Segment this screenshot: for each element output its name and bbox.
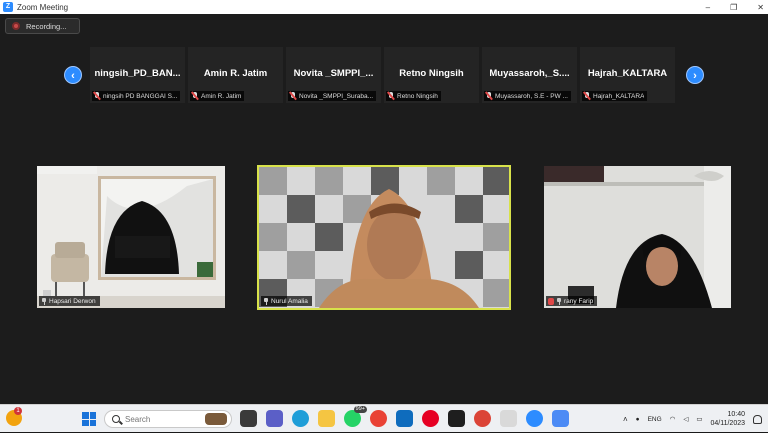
wifi-icon[interactable]: ◠ [670,415,676,423]
taskbar-apps: 99+ [240,406,569,427]
participant-label: Retno Ningsih [386,91,441,101]
previous-page-button[interactable]: ‹ [64,66,82,84]
pin-icon [556,297,562,305]
participant-tile[interactable]: Retno Ningsih Retno Ningsih [384,47,479,103]
search-icon [112,415,120,423]
teams-chat-icon[interactable] [266,410,283,427]
participant-label-text: Hajrah_KALTARA [593,92,645,100]
participant-label-text: Novita _SMPPI_Suraba... [299,92,374,100]
whatsapp-icon[interactable]: 99+ [344,406,367,427]
participant-label: Hajrah_KALTARA [582,91,648,101]
participant-label-text: Muyassaroh, S.E - PW ... [495,92,568,100]
mic-muted-icon [191,92,199,100]
recording-label: Recording... [26,21,67,31]
meeting-stage: Recording... ‹ ningsih_PD_BAN... ningsih… [0,14,768,404]
participant-tile[interactable]: Hajrah_KALTARA Hajrah_KALTARA [580,47,675,103]
participant-label: rany Farip [546,296,598,306]
pin-icon [263,297,269,305]
participant-label-text: ningsih PD BANGGAI S... [103,92,178,100]
next-page-button[interactable]: › [686,66,704,84]
recording-indicator[interactable]: Recording... [5,18,80,34]
participant-label: Nurul Amalia [261,296,312,306]
window-controls: – ❐ ✕ [706,0,764,14]
search-highlight-icon [205,413,227,425]
zoom-logo-icon: Z [3,2,13,12]
minimize-button[interactable]: – [706,3,710,12]
participant-tile[interactable]: Amin R. Jatim Amin R. Jatim [188,47,283,103]
participant-name: ningsih_PD_BAN... [94,68,181,79]
clock-time: 10:40 [727,411,745,418]
participant-name: Amin R. Jatim [203,68,268,79]
system-tray: ˄ ● ENG ◠ ◁ ▭ 10:40 04/11/2023 [623,405,762,433]
language-indicator[interactable]: ENG [648,416,662,423]
participant-label: Amin R. Jatim [190,91,245,101]
video-tile[interactable]: rany Farip [544,166,731,308]
mic-muted-icon [387,92,395,100]
app-count-badge: 99+ [353,406,367,413]
participant-tile[interactable]: Muyassaroh,_S.... Muyassaroh, S.E - PW .… [482,47,577,103]
file-explorer-icon[interactable] [318,410,335,427]
notification-bell-icon[interactable] [753,414,762,424]
store-icon[interactable] [396,410,413,427]
participant-label: Novita _SMPPI_Suraba... [288,91,377,101]
pin-icon [41,297,47,305]
participant-label-text: Hapsari Derwon [49,297,96,305]
chrome-icon[interactable] [370,410,387,427]
taskbar: 1 99+ ˄ ● ENG ◠ ◁ ▭ 10:40 04/11/2023 [0,404,768,432]
snipping-tool-icon[interactable] [552,410,569,427]
window-title: Zoom Meeting [17,2,69,12]
search-input[interactable] [125,414,195,424]
battery-icon[interactable]: ▭ [696,415,702,423]
record-icon [12,22,20,30]
participant-label: Muyassaroh, S.E - PW ... [484,91,571,101]
mic-muted-icon [548,297,554,305]
taskbar-search[interactable] [104,410,232,428]
participant-tile[interactable]: Novita _SMPPI_... Novita _SMPPI_Suraba..… [286,47,381,103]
mic-icon[interactable]: ● [636,416,640,423]
terminal-icon[interactable] [448,410,465,427]
video-tile[interactable]: Hapsari Derwon [37,166,225,308]
participant-name: Hajrah_KALTARA [587,68,668,79]
participant-tile[interactable]: ningsih_PD_BAN... ningsih PD BANGGAI S..… [90,47,185,103]
chrome-profile-icon[interactable] [474,410,491,427]
video-feed [37,166,225,308]
video-feed [259,167,509,308]
participant-label-text: Retno Ningsih [397,92,438,100]
participant-name: Novita _SMPPI_... [293,68,374,79]
title-bar: Z Zoom Meeting – ❐ ✕ [0,0,768,14]
chevron-right-icon: › [693,70,697,82]
edge-icon[interactable] [292,410,309,427]
participant-name: Muyassaroh,_S.... [489,68,570,79]
task-view-icon[interactable] [240,410,257,427]
notification-badge: 1 [14,407,22,415]
mic-muted-icon [289,92,297,100]
chevron-left-icon: ‹ [71,70,75,82]
chevron-up-icon[interactable]: ˄ [623,415,628,424]
windows-start-icon[interactable] [82,412,96,426]
active-speaker-video-tile[interactable]: Nurul Amalia [257,165,511,310]
mic-muted-icon [485,92,493,100]
participant-label: ningsih PD BANGGAI S... [92,91,181,101]
clock-date: 04/11/2023 [710,420,745,427]
participant-label-text: Nurul Amalia [271,297,308,305]
participant-strip: ningsih_PD_BAN... ningsih PD BANGGAI S..… [90,47,675,103]
zoom-icon[interactable] [526,410,543,427]
video-feed [544,166,731,308]
participant-label-text: Amin R. Jatim [201,92,242,100]
mic-muted-icon [583,92,591,100]
participant-label-text: rany Farip [564,297,594,305]
pinterest-icon[interactable] [422,410,439,427]
app-icon[interactable] [500,410,517,427]
participant-label: Hapsari Derwon [39,296,100,306]
participant-name: Retno Ningsih [399,68,464,79]
mic-muted-icon [93,92,101,100]
volume-icon[interactable]: ◁ [683,415,688,423]
close-button[interactable]: ✕ [757,3,764,12]
maximize-button[interactable]: ❐ [730,3,737,12]
clock[interactable]: 10:40 04/11/2023 [710,410,745,428]
